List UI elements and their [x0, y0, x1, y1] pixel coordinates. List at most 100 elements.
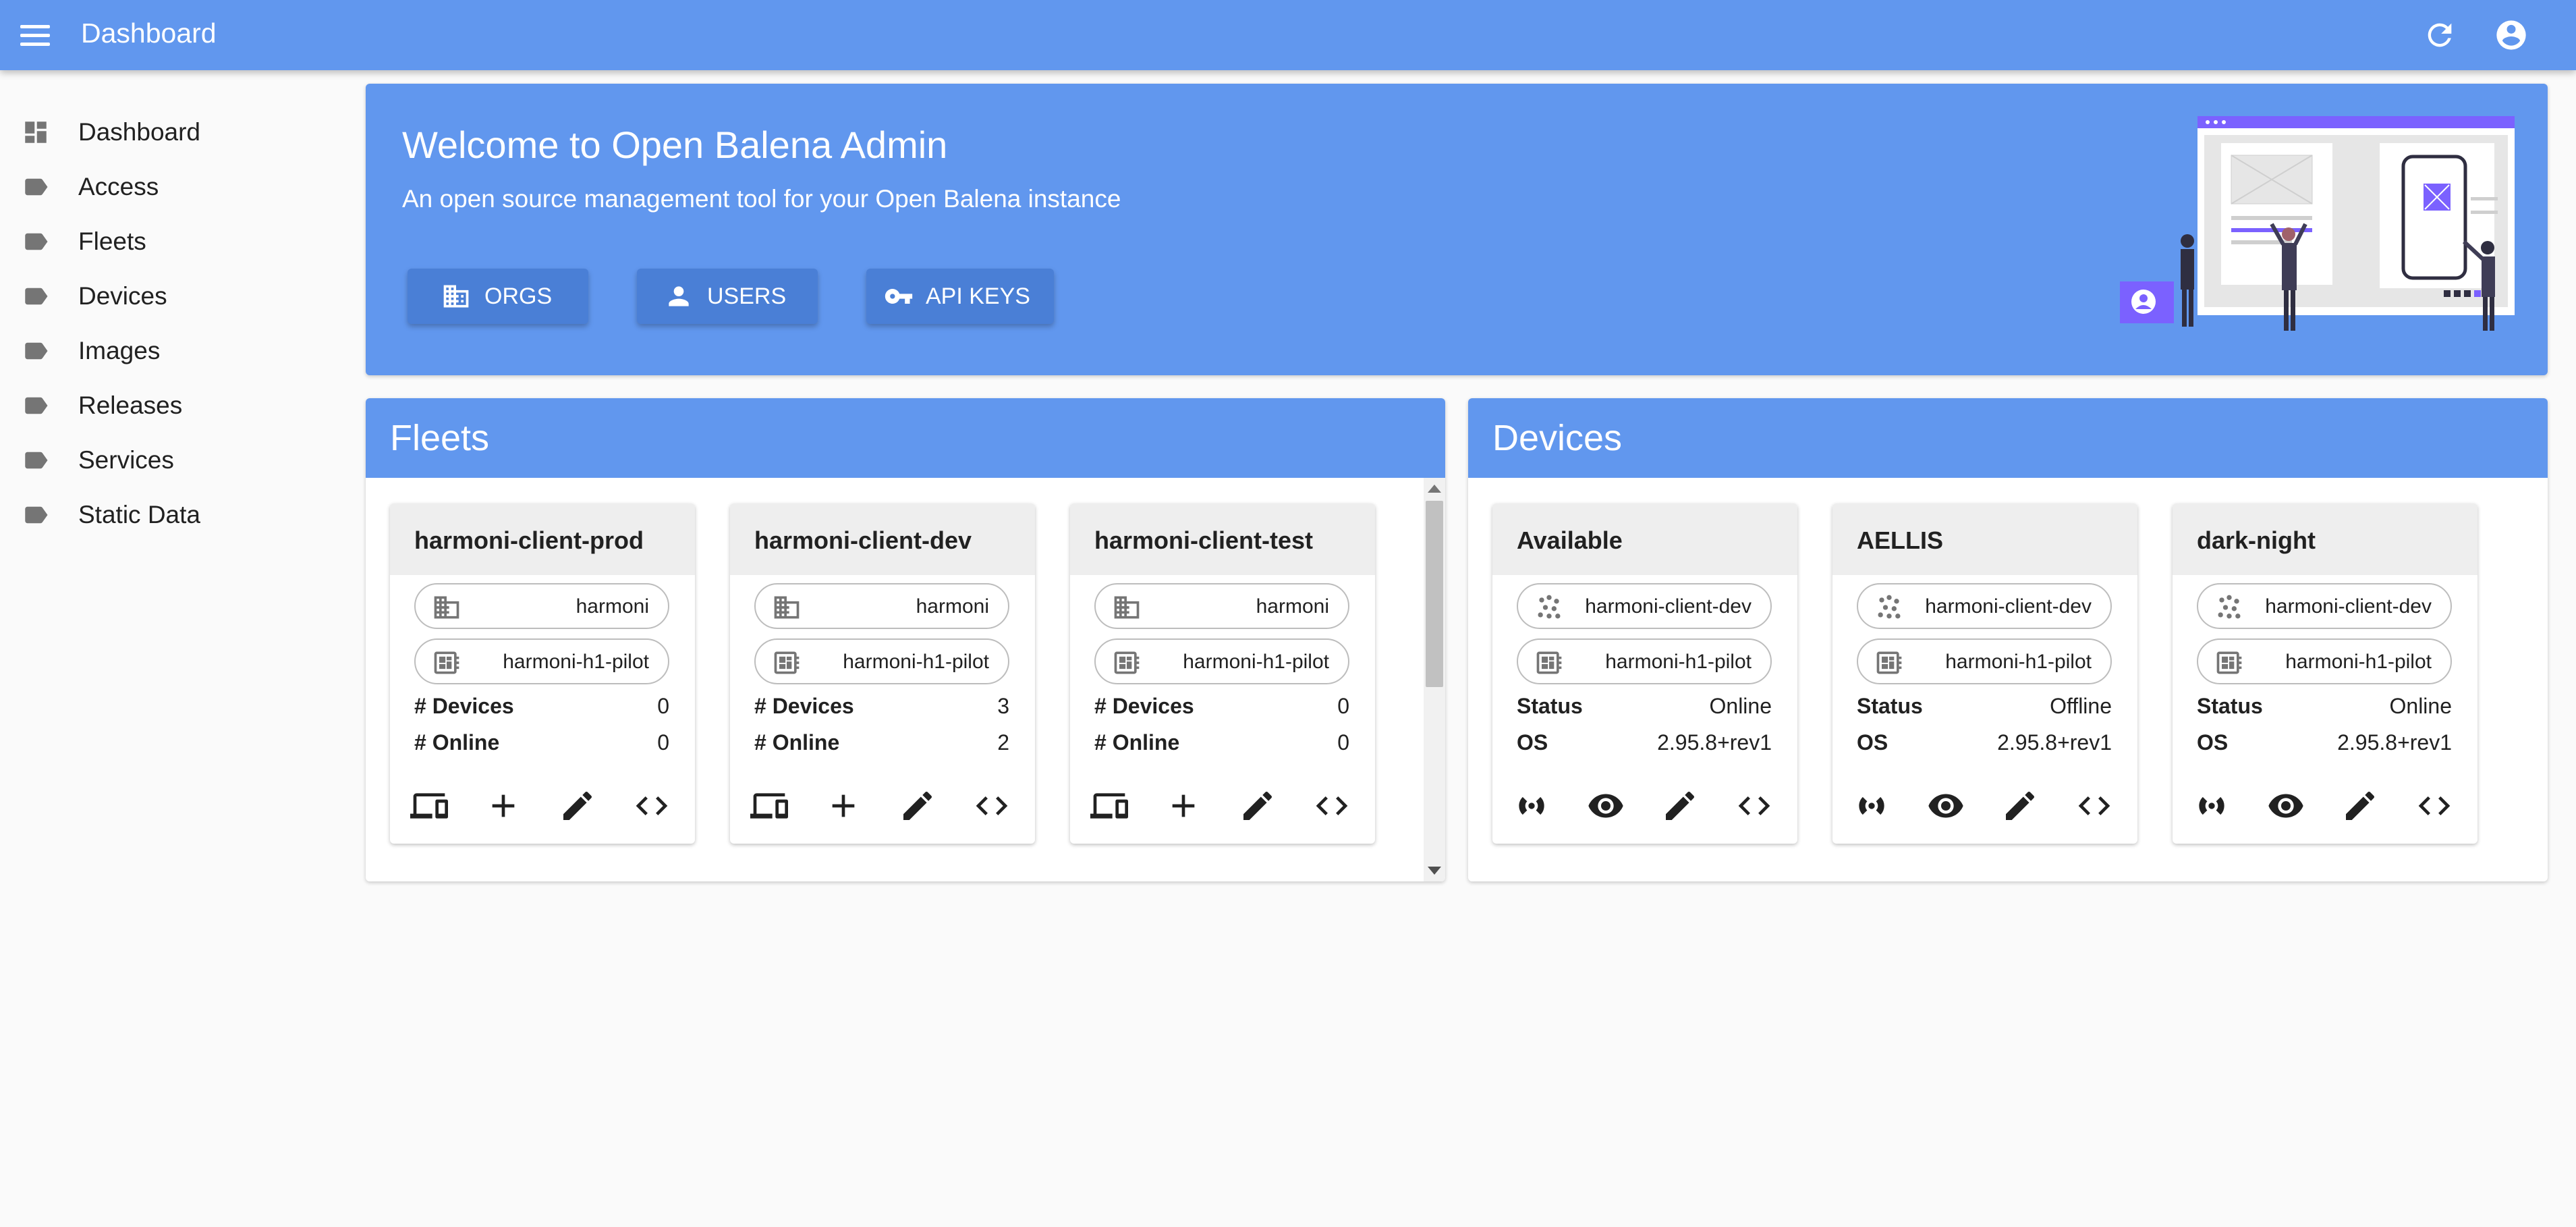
add-icon[interactable] [484, 787, 522, 825]
devices-icon[interactable] [1090, 787, 1128, 825]
developer-board-icon [434, 651, 459, 674]
orgs-button[interactable]: ORGS [408, 269, 588, 324]
broadcast-icon[interactable] [1853, 787, 1891, 825]
developer-board-icon [774, 651, 800, 674]
fleet-device-type-chip[interactable]: harmoni-h1-pilot [414, 638, 669, 684]
devices-icon[interactable] [410, 787, 448, 825]
os-label: OS [1857, 730, 1888, 755]
add-icon[interactable] [1165, 787, 1202, 825]
fleet-dots-icon [1538, 595, 1561, 619]
fleet-card-header: harmoni-client-test [1070, 503, 1375, 575]
fleet-devices-row: # Devices 0 [1094, 694, 1349, 724]
device-type-chip[interactable]: harmoni-h1-pilot [1857, 638, 2112, 684]
devices-count-label: # Devices [754, 694, 854, 718]
users-button[interactable]: USERS [637, 269, 818, 324]
fleet-org-label: harmoni [1256, 595, 1329, 618]
sidebar-item-static-data[interactable]: Static Data [0, 491, 337, 539]
fleet-card: harmoni-client-prod harmoni harmoni-h1-p… [390, 503, 695, 844]
add-icon[interactable] [824, 787, 862, 825]
device-type-chip[interactable]: harmoni-h1-pilot [1517, 638, 1772, 684]
device-type-label: harmoni-h1-pilot [1945, 651, 2092, 673]
fleet-org-label: harmoni [576, 595, 649, 618]
welcome-banner: Welcome to Open Balena Admin An open sou… [366, 84, 2548, 375]
edit-icon[interactable] [1661, 787, 1699, 825]
fleet-org-chip[interactable]: harmoni [1094, 583, 1349, 629]
edit-icon[interactable] [2001, 787, 2039, 825]
label-icon [25, 342, 48, 360]
device-type-chip[interactable]: harmoni-h1-pilot [2197, 638, 2452, 684]
sidebar-item-services[interactable]: Services [0, 436, 337, 485]
broadcast-icon[interactable] [2193, 787, 2231, 825]
sidebar-item-access[interactable]: Access [0, 163, 337, 211]
device-name: AELLIS [1857, 526, 1944, 554]
edit-icon[interactable] [1239, 787, 1277, 825]
welcome-illustration [2120, 116, 2515, 331]
label-icon [25, 288, 48, 305]
fleet-devices-row: # Devices 3 [754, 694, 1009, 724]
code-icon[interactable] [2415, 787, 2453, 825]
device-fleet-chip[interactable]: harmoni-client-dev [1857, 583, 2112, 629]
fleet-device-type-chip[interactable]: harmoni-h1-pilot [754, 638, 1009, 684]
label-icon [25, 178, 48, 196]
account-circle-icon[interactable] [2494, 18, 2529, 53]
devices-icon[interactable] [750, 787, 788, 825]
key-icon [885, 289, 913, 304]
scrollbar-thumb[interactable] [1426, 501, 1443, 687]
org-icon [443, 285, 469, 308]
code-icon[interactable] [2075, 787, 2113, 825]
code-icon[interactable] [633, 787, 671, 825]
view-icon[interactable] [1587, 787, 1625, 825]
device-card-header: dark-night [2173, 503, 2477, 575]
device-fleet-chip[interactable]: harmoni-client-dev [2197, 583, 2452, 629]
device-status-row: Status Online [2197, 694, 2452, 724]
sidebar-item-label: Dashboard [78, 118, 201, 146]
fleet-org-chip[interactable]: harmoni [754, 583, 1009, 629]
status-value: Online [2389, 694, 2453, 718]
sidebar-item-releases[interactable]: Releases [0, 381, 337, 430]
online-count-value: 0 [657, 730, 669, 755]
fleets-scrollbar[interactable] [1424, 478, 1445, 881]
sidebar-item-dashboard[interactable]: Dashboard [0, 108, 337, 157]
code-icon[interactable] [1313, 787, 1351, 825]
devices-panel: Devices Available harmoni-client-dev har… [1468, 398, 2548, 881]
online-count-label: # Online [414, 730, 500, 755]
view-icon[interactable] [1927, 787, 1965, 825]
broadcast-icon[interactable] [1513, 787, 1550, 825]
edit-icon[interactable] [899, 787, 936, 825]
label-icon [25, 233, 48, 250]
device-card: AELLIS harmoni-client-dev harmoni-h1-pil… [1832, 503, 2137, 844]
device-card: dark-night harmoni-client-dev harmoni-h1… [2173, 503, 2477, 844]
os-value: 2.95.8+rev1 [2337, 730, 2452, 755]
fleet-org-chip[interactable]: harmoni [414, 583, 669, 629]
code-icon[interactable] [973, 787, 1011, 825]
edit-icon[interactable] [2341, 787, 2379, 825]
refresh-icon[interactable] [2422, 18, 2457, 53]
fleets-panel: Fleets harmoni-client-prod harmoni harmo… [366, 398, 1445, 881]
view-icon[interactable] [2267, 787, 2305, 825]
fleet-dots-icon [2218, 595, 2241, 619]
api-keys-button[interactable]: API KEYS [866, 269, 1054, 324]
sidebar-item-fleets[interactable]: Fleets [0, 217, 337, 266]
sidebar-item-label: Images [78, 337, 161, 364]
scroll-down-arrow[interactable] [1428, 867, 1441, 875]
fleet-card-header: harmoni-client-dev [730, 503, 1035, 575]
org-icon [434, 596, 459, 619]
api-keys-button-label: API KEYS [926, 283, 1030, 309]
scroll-up-arrow[interactable] [1428, 485, 1441, 493]
edit-icon[interactable] [559, 787, 596, 825]
devices-panel-title: Devices [1492, 418, 1623, 458]
device-fleet-chip[interactable]: harmoni-client-dev [1517, 583, 1772, 629]
fleet-device-type-label: harmoni-h1-pilot [1183, 651, 1329, 673]
fleet-card: harmoni-client-dev harmoni harmoni-h1-pi… [730, 503, 1035, 844]
os-value: 2.95.8+rev1 [1657, 730, 1772, 755]
sidebar-item-images[interactable]: Images [0, 327, 337, 375]
online-count-value: 0 [1337, 730, 1349, 755]
code-icon[interactable] [1735, 787, 1773, 825]
menu-icon[interactable] [20, 20, 50, 50]
welcome-subtitle: An open source management tool for your … [402, 185, 1121, 213]
sidebar-item-label: Static Data [78, 501, 200, 528]
fleets-panel-title: Fleets [390, 418, 490, 458]
device-os-row: OS 2.95.8+rev1 [1857, 730, 2112, 760]
sidebar-item-devices[interactable]: Devices [0, 272, 337, 321]
fleet-device-type-chip[interactable]: harmoni-h1-pilot [1094, 638, 1349, 684]
